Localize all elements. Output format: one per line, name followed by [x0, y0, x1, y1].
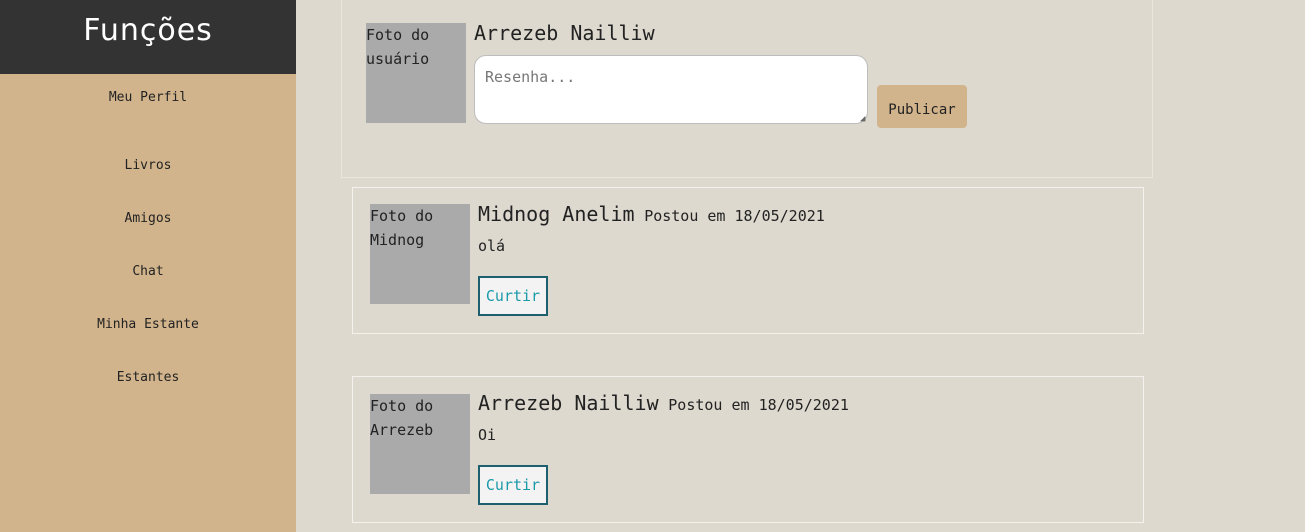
post-text: olá: [478, 237, 506, 255]
resize-grip-icon[interactable]: ◢: [860, 115, 868, 124]
sidebar-item-meu-perfil[interactable]: Meu Perfil: [0, 90, 296, 105]
like-button[interactable]: Curtir: [478, 276, 548, 316]
sidebar-item-minha-estante[interactable]: Minha Estante: [0, 317, 296, 332]
like-button[interactable]: Curtir: [478, 465, 548, 505]
post-author: Midnog Anelim: [478, 202, 635, 226]
post-date: Postou em 18/05/2021: [668, 396, 849, 414]
post-date: Postou em 18/05/2021: [644, 207, 825, 225]
publish-button[interactable]: Publicar: [877, 85, 967, 128]
post-author: Arrezeb Nailliw: [478, 391, 659, 415]
main-feed: Foto do usuário Arrezeb Nailliw ◢ Public…: [296, 0, 1305, 532]
user-photo: Foto do usuário: [366, 23, 466, 123]
sidebar-title: Funções: [0, 0, 296, 74]
sidebar: Funções Meu Perfil Livros Amigos Chat Mi…: [0, 0, 296, 532]
sidebar-item-chat[interactable]: Chat: [0, 264, 296, 279]
post-card: Foto do Arrezeb Arrezeb Nailliw Postou e…: [352, 376, 1144, 523]
post-text: Oi: [478, 426, 497, 444]
post-header: Midnog Anelim Postou em 18/05/2021: [478, 202, 825, 226]
post-author-photo: Foto do Midnog: [370, 204, 470, 304]
review-input[interactable]: [474, 55, 868, 124]
post-author-photo: Foto do Arrezeb: [370, 394, 470, 494]
sidebar-item-amigos[interactable]: Amigos: [0, 211, 296, 226]
sidebar-item-estantes[interactable]: Estantes: [0, 370, 296, 385]
post-card: Foto do Midnog Midnog Anelim Postou em 1…: [352, 187, 1144, 334]
composer-user-name: Arrezeb Nailliw: [474, 21, 655, 45]
sidebar-item-livros[interactable]: Livros: [0, 158, 296, 173]
post-header: Arrezeb Nailliw Postou em 18/05/2021: [478, 391, 849, 415]
review-composer: Foto do usuário Arrezeb Nailliw ◢ Public…: [341, 0, 1153, 178]
